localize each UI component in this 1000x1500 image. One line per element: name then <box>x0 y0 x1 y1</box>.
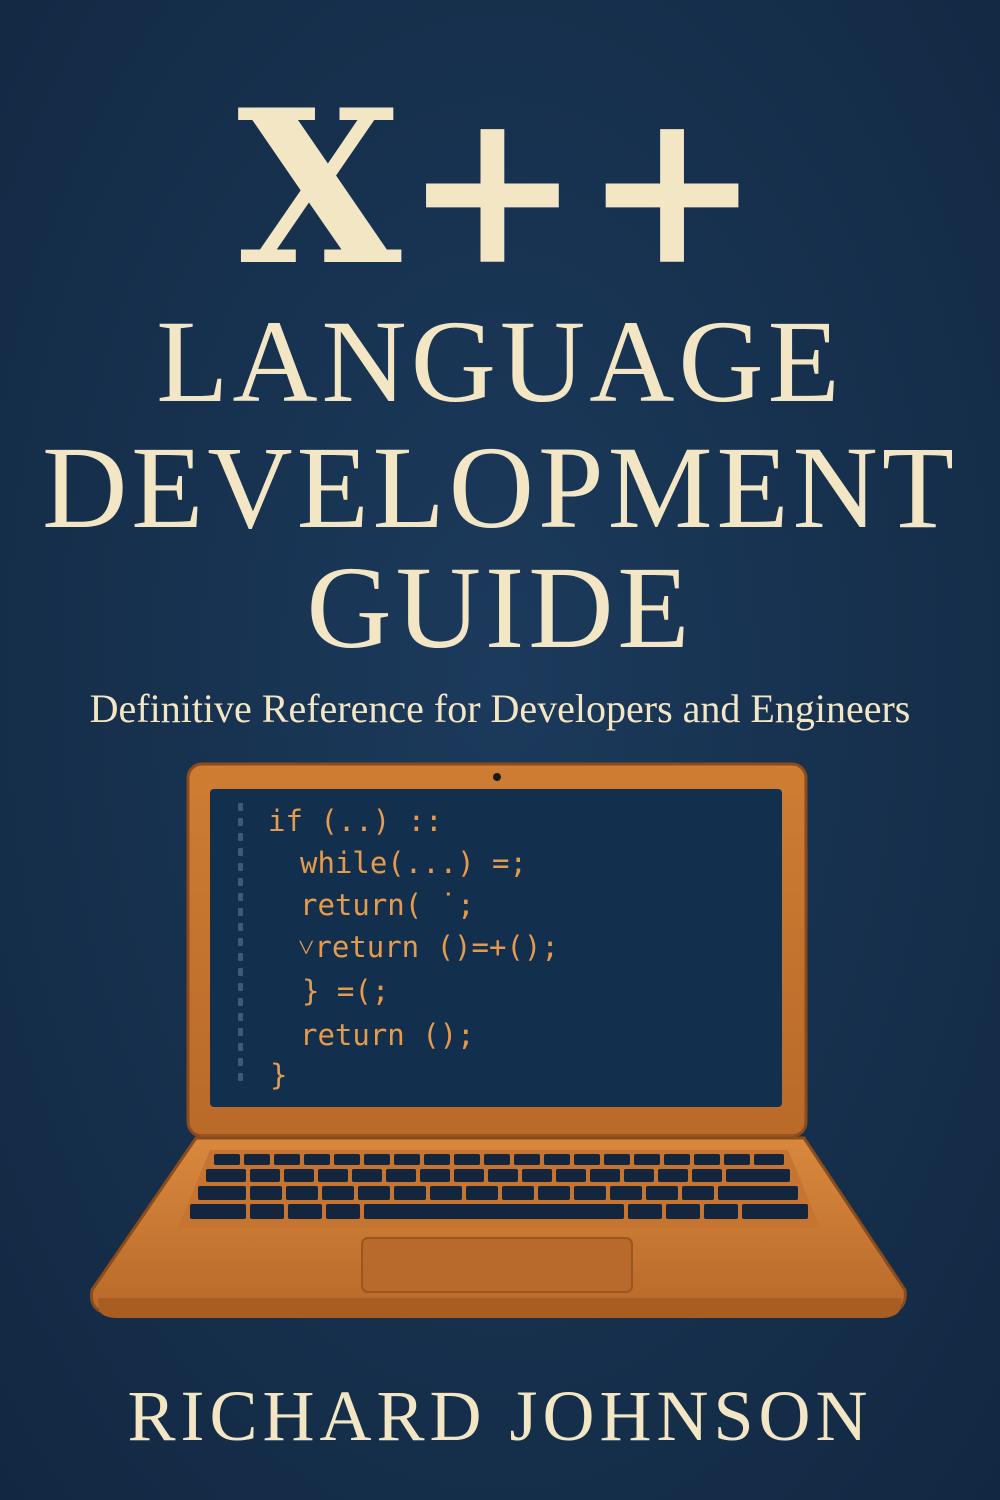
author-name: RICHARD JOHNSON <box>127 1376 873 1456</box>
code-line: ˅return ()=+(); <box>298 930 559 964</box>
code-line: } =(; <box>302 974 390 1008</box>
laptop-front-edge <box>98 1298 902 1318</box>
code-line: return (); <box>300 1018 475 1052</box>
book-cover: X++ LANGUAGE DEVELOPMENT GUIDE Definitiv… <box>0 0 1000 1500</box>
code-line: if (..) :: <box>268 804 443 838</box>
camera-icon <box>493 773 501 781</box>
trackpad <box>361 1237 633 1293</box>
code-line: return( ˙; <box>300 888 475 922</box>
code-line: while(...) =; <box>300 846 527 880</box>
code-line: } <box>270 1058 288 1092</box>
laptop-illustration <box>89 762 907 1318</box>
